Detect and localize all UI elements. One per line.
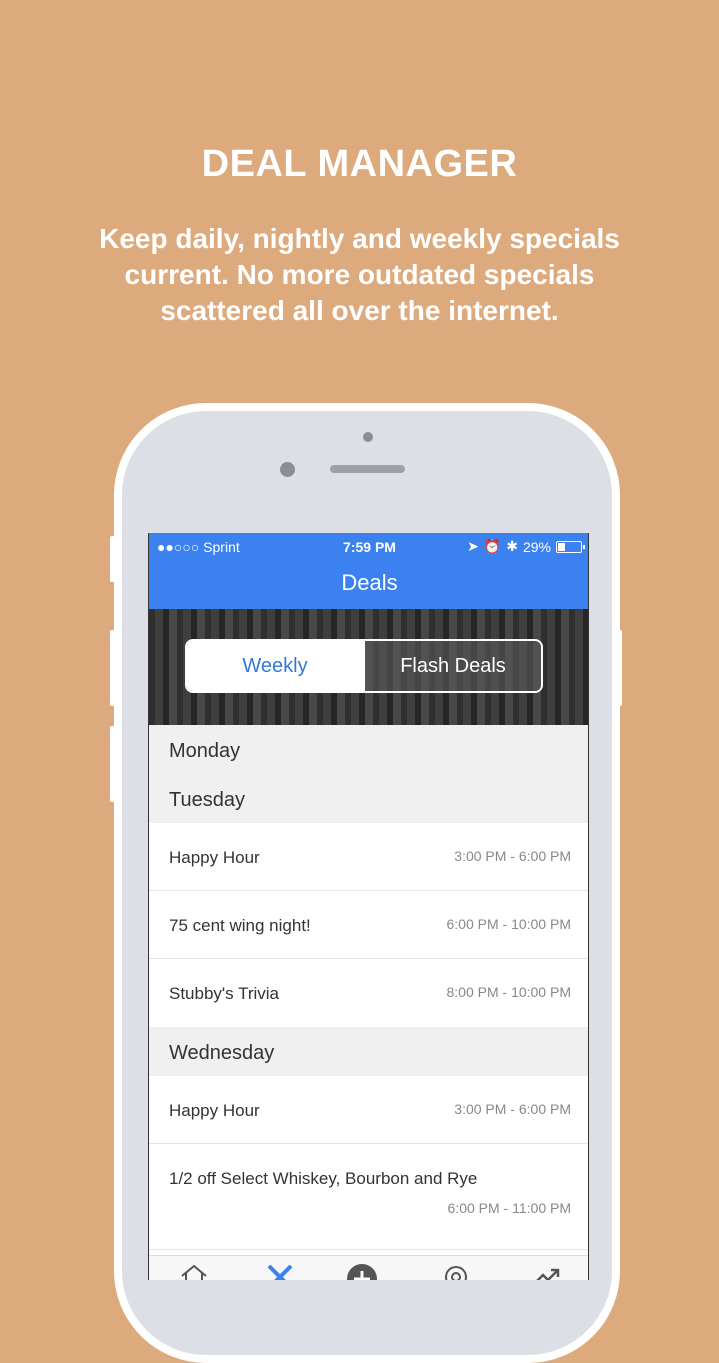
day-header-monday[interactable]: Monday xyxy=(149,725,588,774)
deal-row[interactable]: Stubby's Trivia 8:00 PM - 10:00 PM xyxy=(149,959,588,1027)
home-icon[interactable] xyxy=(179,1262,209,1280)
deal-name: Happy Hour xyxy=(169,848,260,867)
deal-row[interactable]: Happy Hour 3:00 PM - 6:00 PM xyxy=(149,823,588,891)
deal-row[interactable]: 75 cent wing night! 6:00 PM - 10:00 PM xyxy=(149,891,588,959)
status-bar: ●●○○○ Sprint 7:59 PM ➤ ⏰ ✱ 29% xyxy=(149,533,588,561)
deal-time: 3:00 PM - 6:00 PM xyxy=(454,848,571,864)
alarm-icon: ⏰ xyxy=(483,538,502,554)
settings-icon[interactable] xyxy=(441,1262,471,1280)
deal-time: 6:00 PM - 11:00 PM xyxy=(447,1200,571,1216)
deal-time: 3:00 PM - 6:00 PM xyxy=(454,1101,571,1117)
navigation-bar: ●●○○○ Sprint 7:59 PM ➤ ⏰ ✱ 29% Deals xyxy=(149,533,588,609)
header-banner-image: Weekly Flash Deals xyxy=(149,609,588,725)
bottom-tab-bar xyxy=(149,1255,588,1280)
add-icon[interactable] xyxy=(347,1264,377,1280)
page-title: Deals xyxy=(341,570,398,595)
location-icon: ➤ xyxy=(467,538,479,554)
day-header-wednesday[interactable]: Wednesday xyxy=(149,1027,588,1076)
promo-headline: DEAL MANAGER xyxy=(201,143,518,185)
deal-name: 1/2 off Select Whiskey, Bourbon and Rye xyxy=(169,1169,478,1188)
utensils-icon[interactable] xyxy=(265,1262,295,1280)
battery-percent: 29% xyxy=(522,538,551,555)
status-right: ➤ ⏰ ✱ 29% xyxy=(467,538,585,555)
deal-time: 6:00 PM - 10:00 PM xyxy=(446,916,571,932)
tab-weekly[interactable]: Weekly xyxy=(187,641,363,691)
deal-row[interactable]: 1/2 off Select Whiskey, Bourbon and Rye … xyxy=(149,1144,588,1250)
deals-list: Monday Tuesday Happy Hour 3:00 PM - 6:00… xyxy=(149,725,588,1250)
promo-subtitle: Keep daily, nightly and weekly specials … xyxy=(99,223,620,326)
tab-flash-deals[interactable]: Flash Deals xyxy=(363,641,541,691)
bluetooth-icon: ✱ xyxy=(506,538,518,554)
day-header-tuesday[interactable]: Tuesday xyxy=(149,774,588,823)
proximity-sensor xyxy=(363,432,373,442)
trending-icon[interactable] xyxy=(531,1262,561,1280)
phone-screen: ●●○○○ Sprint 7:59 PM ➤ ⏰ ✱ 29% Deals Wee… xyxy=(148,533,589,1280)
deal-name: Stubby's Trivia xyxy=(169,984,280,1003)
deal-row[interactable]: Happy Hour 3:00 PM - 6:00 PM xyxy=(149,1076,588,1144)
deal-name: Happy Hour xyxy=(169,1101,260,1120)
deal-type-segmented-control: Weekly Flash Deals xyxy=(185,639,543,693)
front-camera xyxy=(280,462,295,477)
earpiece-speaker xyxy=(330,465,405,473)
battery-icon xyxy=(556,540,585,553)
deal-name: 75 cent wing night! xyxy=(169,916,311,935)
deal-time: 8:00 PM - 10:00 PM xyxy=(446,984,571,1000)
